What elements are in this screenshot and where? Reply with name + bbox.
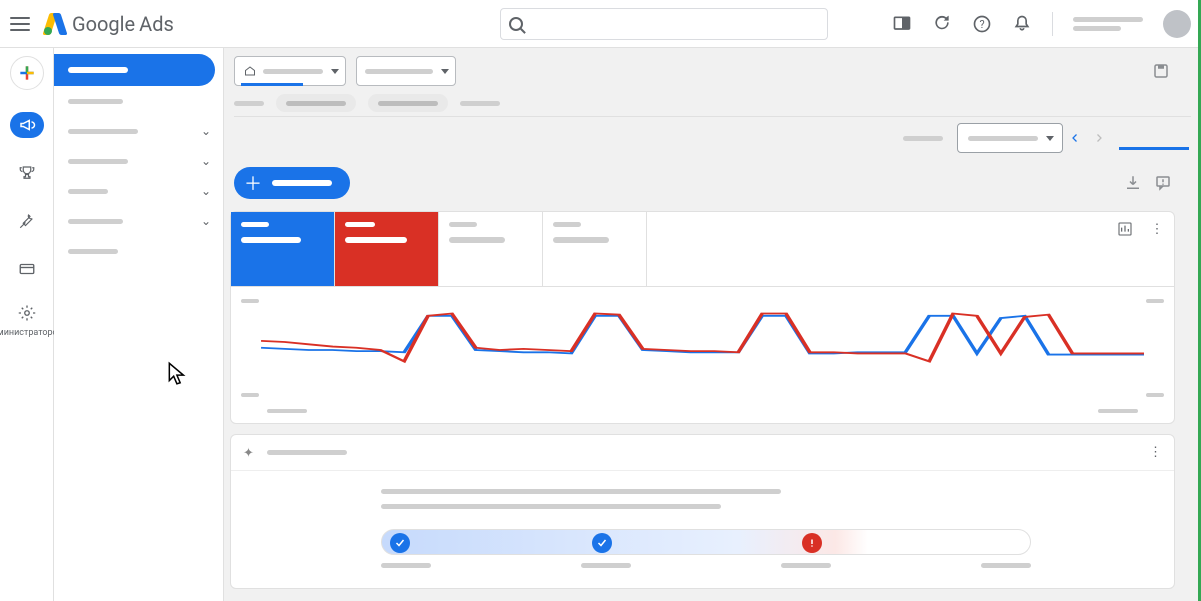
date-prev-button[interactable] bbox=[1063, 126, 1087, 150]
breadcrumb bbox=[224, 94, 1201, 116]
y-axis-tick bbox=[241, 299, 259, 303]
section-sidebar: ⌄ ⌄ ⌄ ⌄ bbox=[54, 48, 224, 601]
trophy-icon bbox=[16, 162, 38, 184]
sidebar-item-5[interactable]: ⌄ bbox=[54, 206, 223, 236]
menu-icon[interactable] bbox=[10, 17, 30, 31]
gear-icon bbox=[18, 304, 36, 326]
performance-chart[interactable] bbox=[231, 287, 1174, 407]
nav-rail: Администраторски bbox=[0, 48, 54, 601]
crumb-2[interactable] bbox=[460, 101, 500, 106]
ads-glyph-icon bbox=[44, 13, 66, 35]
avatar[interactable] bbox=[1163, 10, 1191, 38]
chevron-down-icon: ⌄ bbox=[201, 184, 211, 198]
appearance-icon[interactable] bbox=[892, 14, 912, 34]
metric-tile-3[interactable] bbox=[439, 212, 543, 286]
scope-campaign-selector[interactable] bbox=[356, 56, 456, 86]
nav-goals[interactable] bbox=[10, 160, 44, 186]
chevron-down-icon: ⌄ bbox=[201, 214, 211, 228]
sidebar-item-4[interactable]: ⌄ bbox=[54, 176, 223, 206]
notifications-icon[interactable] bbox=[1012, 14, 1032, 34]
help-icon[interactable]: ? bbox=[972, 14, 992, 34]
sidebar-item-overview[interactable] bbox=[54, 54, 215, 86]
create-button[interactable] bbox=[10, 56, 44, 90]
active-tab-indicator bbox=[1119, 147, 1189, 150]
chart-type-icon[interactable] bbox=[1116, 220, 1134, 238]
timeline-step-error-icon bbox=[802, 533, 822, 553]
y-axis-tick bbox=[241, 393, 259, 397]
sidebar-item-1[interactable] bbox=[54, 86, 223, 116]
logo-text-google: Google bbox=[72, 12, 135, 36]
megaphone-icon bbox=[16, 114, 38, 136]
svg-text:?: ? bbox=[979, 18, 984, 31]
nav-billing[interactable] bbox=[10, 256, 44, 282]
plus-icon: ＋ bbox=[244, 170, 262, 196]
crumb-1[interactable] bbox=[234, 101, 264, 106]
action-row: ＋ bbox=[224, 159, 1201, 207]
sidebar-item-2[interactable]: ⌄ bbox=[54, 116, 223, 146]
timeline-step-done-icon bbox=[592, 533, 612, 553]
crumb-chip-1[interactable] bbox=[276, 94, 356, 112]
chevron-down-icon: ⌄ bbox=[201, 124, 211, 138]
product-logo[interactable]: Google Ads bbox=[44, 12, 174, 36]
sidebar-item-3[interactable]: ⌄ bbox=[54, 146, 223, 176]
main-content: ＋ ⋮ bbox=[224, 48, 1201, 601]
search-input[interactable] bbox=[500, 8, 828, 40]
appbar-tools: ? bbox=[892, 10, 1191, 38]
download-icon[interactable] bbox=[1123, 173, 1143, 193]
account-switcher[interactable] bbox=[1073, 17, 1143, 31]
home-icon bbox=[243, 65, 257, 77]
chevron-down-icon: ⌄ bbox=[201, 154, 211, 168]
crumb-chip-2[interactable] bbox=[368, 94, 448, 112]
tools-icon bbox=[16, 210, 38, 232]
scope-account-selector[interactable] bbox=[234, 56, 346, 86]
performance-chart-card: ⋮ bbox=[230, 211, 1175, 424]
save-view-icon[interactable] bbox=[1151, 61, 1171, 81]
date-next-button[interactable] bbox=[1087, 126, 1111, 150]
insight-text-line bbox=[381, 504, 721, 509]
scope-bar bbox=[224, 48, 1201, 94]
y2-axis-tick bbox=[1146, 393, 1164, 397]
timeline-labels bbox=[381, 563, 1031, 568]
logo-text-ads: Ads bbox=[139, 12, 174, 36]
new-campaign-button[interactable]: ＋ bbox=[234, 167, 350, 199]
card-icon bbox=[16, 258, 38, 280]
refresh-icon[interactable] bbox=[932, 14, 952, 34]
metric-selector-row bbox=[231, 212, 1174, 287]
divider bbox=[1052, 12, 1053, 36]
campaign-timeline[interactable] bbox=[381, 529, 1031, 555]
toolbar-label bbox=[903, 136, 943, 141]
date-range-picker[interactable] bbox=[957, 123, 1063, 153]
y2-axis-tick bbox=[1146, 299, 1164, 303]
metric-tile-4[interactable] bbox=[543, 212, 647, 286]
metric-tile-1[interactable] bbox=[231, 212, 335, 286]
feedback-icon[interactable] bbox=[1153, 173, 1173, 193]
insights-title bbox=[267, 450, 347, 455]
appbar: Google Ads ? bbox=[0, 0, 1201, 48]
more-icon[interactable]: ⋮ bbox=[1149, 445, 1162, 460]
nav-tools[interactable] bbox=[10, 208, 44, 234]
search-icon bbox=[509, 17, 523, 31]
sparkle-icon: ✦ bbox=[243, 446, 257, 460]
sidebar-item-6[interactable] bbox=[54, 236, 223, 266]
insight-text-line bbox=[381, 489, 781, 494]
view-toolbar bbox=[224, 117, 1201, 159]
nav-campaigns[interactable] bbox=[10, 112, 44, 138]
metric-tile-2[interactable] bbox=[335, 212, 439, 286]
timeline-step-done-icon bbox=[390, 533, 410, 553]
insights-card: ✦ ⋮ bbox=[230, 434, 1175, 589]
more-icon[interactable]: ⋮ bbox=[1148, 220, 1166, 238]
